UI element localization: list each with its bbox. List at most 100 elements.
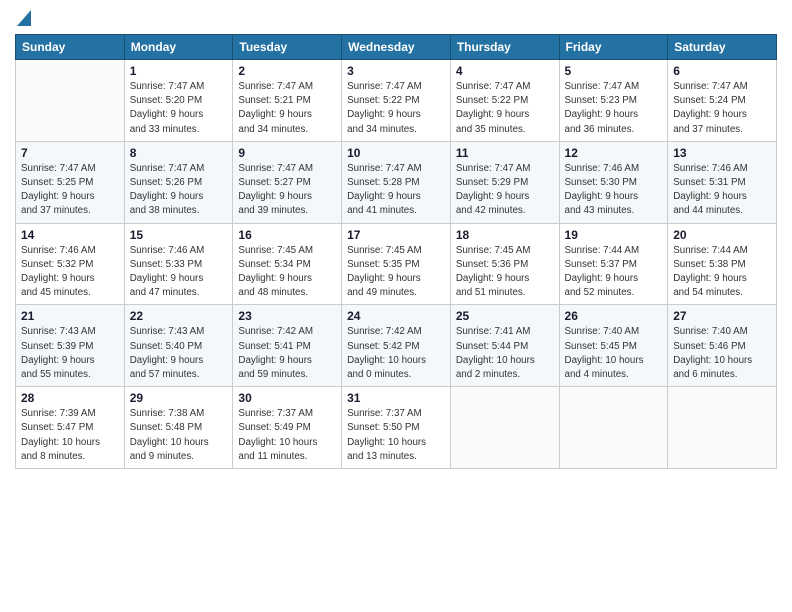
day-number: 31 <box>347 391 445 405</box>
calendar-cell: 26 Sunrise: 7:40 AM Sunset: 5:45 PM Dayli… <box>559 305 668 387</box>
calendar-cell: 1 Sunrise: 7:47 AM Sunset: 5:20 PM Daylig… <box>124 60 233 142</box>
day-number: 4 <box>456 64 554 78</box>
day-number: 30 <box>238 391 336 405</box>
day-number: 21 <box>21 309 119 323</box>
day-info: Sunrise: 7:45 AM Sunset: 5:34 PM Dayligh… <box>238 244 336 301</box>
day-info: Sunrise: 7:39 AM Sunset: 5:47 PM Dayligh… <box>21 407 119 464</box>
calendar-cell: 9 Sunrise: 7:47 AM Sunset: 5:27 PM Daylig… <box>233 141 342 223</box>
day-number: 11 <box>456 146 554 160</box>
day-number: 13 <box>673 146 771 160</box>
day-info: Sunrise: 7:45 AM Sunset: 5:35 PM Dayligh… <box>347 244 445 301</box>
day-number: 12 <box>565 146 663 160</box>
calendar-cell: 11 Sunrise: 7:47 AM Sunset: 5:29 PM Dayli… <box>450 141 559 223</box>
day-info: Sunrise: 7:47 AM Sunset: 5:22 PM Dayligh… <box>347 80 445 137</box>
calendar-cell: 31 Sunrise: 7:37 AM Sunset: 5:50 PM Dayli… <box>342 387 451 469</box>
day-number: 26 <box>565 309 663 323</box>
day-info: Sunrise: 7:40 AM Sunset: 5:45 PM Dayligh… <box>565 325 663 382</box>
day-number: 29 <box>130 391 228 405</box>
calendar-cell: 27Sunrise: 7:40 AM Sunset: 5:46 PM Dayli… <box>668 305 777 387</box>
day-info: Sunrise: 7:47 AM Sunset: 5:22 PM Dayligh… <box>456 80 554 137</box>
calendar-header-row: SundayMondayTuesdayWednesdayThursdayFrid… <box>16 35 777 60</box>
calendar-cell <box>450 387 559 469</box>
day-info: Sunrise: 7:47 AM Sunset: 5:21 PM Dayligh… <box>238 80 336 137</box>
calendar-cell: 21 Sunrise: 7:43 AM Sunset: 5:39 PM Dayli… <box>16 305 125 387</box>
weekday-header: Tuesday <box>233 35 342 60</box>
day-number: 5 <box>565 64 663 78</box>
weekday-header: Sunday <box>16 35 125 60</box>
calendar-cell: 20Sunrise: 7:44 AM Sunset: 5:38 PM Dayli… <box>668 223 777 305</box>
day-info: Sunrise: 7:47 AM Sunset: 5:28 PM Dayligh… <box>347 162 445 219</box>
calendar-cell: 2 Sunrise: 7:47 AM Sunset: 5:21 PM Daylig… <box>233 60 342 142</box>
day-info: Sunrise: 7:43 AM Sunset: 5:39 PM Dayligh… <box>21 325 119 382</box>
day-info: Sunrise: 7:42 AM Sunset: 5:42 PM Dayligh… <box>347 325 445 382</box>
calendar-cell: 17 Sunrise: 7:45 AM Sunset: 5:35 PM Dayli… <box>342 223 451 305</box>
day-info: Sunrise: 7:37 AM Sunset: 5:50 PM Dayligh… <box>347 407 445 464</box>
calendar-cell: 3 Sunrise: 7:47 AM Sunset: 5:22 PM Daylig… <box>342 60 451 142</box>
day-info: Sunrise: 7:47 AM Sunset: 5:20 PM Dayligh… <box>130 80 228 137</box>
calendar-cell: 10 Sunrise: 7:47 AM Sunset: 5:28 PM Dayli… <box>342 141 451 223</box>
day-number: 9 <box>238 146 336 160</box>
day-number: 24 <box>347 309 445 323</box>
day-info: Sunrise: 7:47 AM Sunset: 5:24 PM Dayligh… <box>673 80 771 137</box>
day-number: 23 <box>238 309 336 323</box>
calendar-cell: 8 Sunrise: 7:47 AM Sunset: 5:26 PM Daylig… <box>124 141 233 223</box>
day-info: Sunrise: 7:47 AM Sunset: 5:26 PM Dayligh… <box>130 162 228 219</box>
day-info: Sunrise: 7:47 AM Sunset: 5:25 PM Dayligh… <box>21 162 119 219</box>
weekday-header: Wednesday <box>342 35 451 60</box>
day-number: 16 <box>238 228 336 242</box>
day-number: 20 <box>673 228 771 242</box>
day-info: Sunrise: 7:46 AM Sunset: 5:32 PM Dayligh… <box>21 244 119 301</box>
day-info: Sunrise: 7:47 AM Sunset: 5:23 PM Dayligh… <box>565 80 663 137</box>
day-number: 8 <box>130 146 228 160</box>
calendar-week-row: 1 Sunrise: 7:47 AM Sunset: 5:20 PM Daylig… <box>16 60 777 142</box>
calendar-cell: 5 Sunrise: 7:47 AM Sunset: 5:23 PM Daylig… <box>559 60 668 142</box>
calendar-cell: 30 Sunrise: 7:37 AM Sunset: 5:49 PM Dayli… <box>233 387 342 469</box>
weekday-header: Saturday <box>668 35 777 60</box>
day-number: 19 <box>565 228 663 242</box>
day-number: 10 <box>347 146 445 160</box>
calendar-week-row: 7 Sunrise: 7:47 AM Sunset: 5:25 PM Daylig… <box>16 141 777 223</box>
day-info: Sunrise: 7:46 AM Sunset: 5:30 PM Dayligh… <box>565 162 663 219</box>
calendar-cell: 22Sunrise: 7:43 AM Sunset: 5:40 PM Dayli… <box>124 305 233 387</box>
day-number: 7 <box>21 146 119 160</box>
calendar-cell: 23 Sunrise: 7:42 AM Sunset: 5:41 PM Dayli… <box>233 305 342 387</box>
calendar-cell: 7 Sunrise: 7:47 AM Sunset: 5:25 PM Daylig… <box>16 141 125 223</box>
day-number: 18 <box>456 228 554 242</box>
day-number: 2 <box>238 64 336 78</box>
day-info: Sunrise: 7:46 AM Sunset: 5:33 PM Dayligh… <box>130 244 228 301</box>
calendar-cell: 28Sunrise: 7:39 AM Sunset: 5:47 PM Dayli… <box>16 387 125 469</box>
logo <box>15 10 31 26</box>
day-info: Sunrise: 7:42 AM Sunset: 5:41 PM Dayligh… <box>238 325 336 382</box>
calendar-cell: 13Sunrise: 7:46 AM Sunset: 5:31 PM Dayli… <box>668 141 777 223</box>
calendar-cell: 25 Sunrise: 7:41 AM Sunset: 5:44 PM Dayli… <box>450 305 559 387</box>
calendar-cell: 15 Sunrise: 7:46 AM Sunset: 5:33 PM Dayli… <box>124 223 233 305</box>
day-number: 3 <box>347 64 445 78</box>
calendar-cell: 6Sunrise: 7:47 AM Sunset: 5:24 PM Daylig… <box>668 60 777 142</box>
day-number: 22 <box>130 309 228 323</box>
day-info: Sunrise: 7:37 AM Sunset: 5:49 PM Dayligh… <box>238 407 336 464</box>
calendar-cell: 24 Sunrise: 7:42 AM Sunset: 5:42 PM Dayli… <box>342 305 451 387</box>
day-number: 1 <box>130 64 228 78</box>
calendar-cell <box>16 60 125 142</box>
weekday-header: Monday <box>124 35 233 60</box>
calendar-cell: 19Sunrise: 7:44 AM Sunset: 5:37 PM Dayli… <box>559 223 668 305</box>
day-info: Sunrise: 7:38 AM Sunset: 5:48 PM Dayligh… <box>130 407 228 464</box>
day-info: Sunrise: 7:47 AM Sunset: 5:29 PM Dayligh… <box>456 162 554 219</box>
calendar-cell: 4 Sunrise: 7:47 AM Sunset: 5:22 PM Daylig… <box>450 60 559 142</box>
day-number: 15 <box>130 228 228 242</box>
calendar-cell <box>668 387 777 469</box>
calendar-cell <box>559 387 668 469</box>
calendar-cell: 18Sunrise: 7:45 AM Sunset: 5:36 PM Dayli… <box>450 223 559 305</box>
day-info: Sunrise: 7:47 AM Sunset: 5:27 PM Dayligh… <box>238 162 336 219</box>
calendar-week-row: 21 Sunrise: 7:43 AM Sunset: 5:39 PM Dayli… <box>16 305 777 387</box>
weekday-header: Thursday <box>450 35 559 60</box>
day-number: 25 <box>456 309 554 323</box>
calendar-week-row: 14 Sunrise: 7:46 AM Sunset: 5:32 PM Dayli… <box>16 223 777 305</box>
weekday-header: Friday <box>559 35 668 60</box>
day-number: 14 <box>21 228 119 242</box>
day-number: 17 <box>347 228 445 242</box>
day-info: Sunrise: 7:40 AM Sunset: 5:46 PM Dayligh… <box>673 325 771 382</box>
calendar-cell: 12 Sunrise: 7:46 AM Sunset: 5:30 PM Dayli… <box>559 141 668 223</box>
calendar-table: SundayMondayTuesdayWednesdayThursdayFrid… <box>15 34 777 469</box>
day-info: Sunrise: 7:41 AM Sunset: 5:44 PM Dayligh… <box>456 325 554 382</box>
